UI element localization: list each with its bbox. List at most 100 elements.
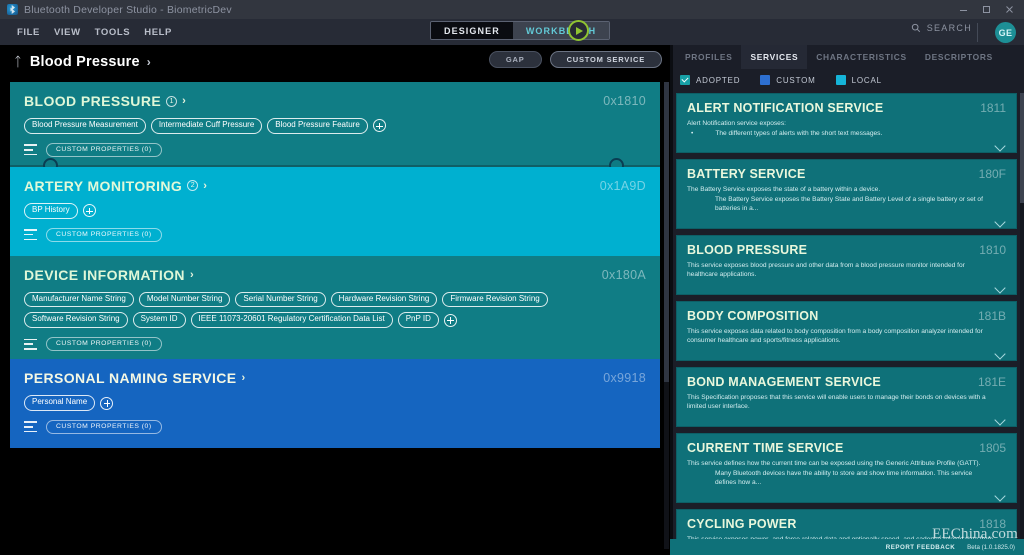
checkbox-custom[interactable] — [760, 75, 770, 85]
desc-line-2: The different types of alerts with the s… — [687, 129, 994, 139]
custom-properties-row[interactable]: CUSTOM PROPERTIES (0) — [24, 143, 646, 157]
add-characteristic-icon[interactable] — [444, 314, 457, 327]
list-item-uuid: 1810 — [979, 243, 1006, 257]
menu-item-file[interactable]: FILE — [10, 24, 47, 41]
custom-properties-row[interactable]: CUSTOM PROPERTIES (0) — [24, 337, 646, 351]
chevron-down-icon[interactable] — [996, 284, 1007, 291]
desc-line-1: This service defines how the current tim… — [687, 460, 980, 467]
minimize-button[interactable] — [952, 0, 974, 19]
characteristic-chip[interactable]: PnP ID — [398, 312, 439, 328]
chevron-down-icon[interactable] — [996, 218, 1007, 225]
checkbox-local[interactable] — [836, 75, 846, 85]
play-button[interactable] — [568, 20, 589, 41]
list-item[interactable]: CURRENT TIME SERVICE 1805 This service d… — [676, 433, 1017, 503]
custom-properties-label[interactable]: CUSTOM PROPERTIES (0) — [46, 420, 162, 434]
service-card-blood-pressure[interactable]: BLOOD PRESSURE 1 › 0x1810 Blood Pressure… — [10, 82, 660, 165]
list-item[interactable]: BOND MANAGEMENT SERVICE 181E This Specif… — [676, 367, 1017, 427]
menu-item-view[interactable]: VIEW — [47, 24, 88, 41]
list-item[interactable]: BATTERY SERVICE 180F The Battery Service… — [676, 159, 1017, 229]
menu-item-help[interactable]: HELP — [137, 24, 179, 41]
characteristic-chip[interactable]: System ID — [133, 312, 186, 328]
chevron-right-icon[interactable]: › — [182, 95, 186, 107]
bluetooth-icon: ᛏ — [14, 55, 22, 68]
list-item-title: CURRENT TIME SERVICE — [687, 441, 1006, 455]
tab-profiles[interactable]: PROFILES — [676, 45, 741, 69]
list-item[interactable]: BODY COMPOSITION 181B This service expos… — [676, 301, 1017, 361]
characteristic-chip[interactable]: Blood Pressure Measurement — [24, 118, 146, 134]
characteristic-chip[interactable]: IEEE 11073-20601 Regulatory Certificatio… — [191, 312, 393, 328]
filter-label: ADOPTED — [696, 76, 740, 85]
menu-item-tools[interactable]: TOOLS — [88, 24, 138, 41]
custom-properties-label[interactable]: CUSTOM PROPERTIES (0) — [46, 337, 162, 351]
tab-services[interactable]: SERVICES — [741, 45, 807, 69]
add-characteristic-icon[interactable] — [373, 119, 386, 132]
service-card-device-information[interactable]: DEVICE INFORMATION › 0x180A Manufacturer… — [10, 256, 660, 360]
chevron-down-icon[interactable] — [996, 416, 1007, 423]
characteristic-chips: Blood Pressure Measurement Intermediate … — [24, 118, 646, 134]
characteristic-chip[interactable]: Intermediate Cuff Pressure — [151, 118, 262, 134]
custom-properties-label[interactable]: CUSTOM PROPERTIES (0) — [46, 228, 162, 242]
search-input[interactable]: SEARCH — [911, 23, 972, 33]
service-uuid: 0x9918 — [603, 371, 646, 385]
characteristic-chip[interactable]: Personal Name — [24, 395, 95, 411]
characteristic-chip[interactable]: Blood Pressure Feature — [267, 118, 368, 134]
list-icon — [24, 144, 37, 155]
service-card-artery-monitoring[interactable]: ARTERY MONITORING 2 › 0x1A9D BP History … — [10, 167, 660, 256]
avatar[interactable]: GE — [995, 22, 1016, 43]
characteristic-chip[interactable]: Serial Number String — [235, 292, 325, 308]
custom-properties-row[interactable]: CUSTOM PROPERTIES (0) — [24, 228, 646, 242]
scrollbar-thumb[interactable] — [664, 82, 669, 382]
filter-adopted[interactable]: ADOPTED — [680, 75, 740, 85]
custom-properties-label[interactable]: CUSTOM PROPERTIES (0) — [46, 143, 162, 157]
gap-button[interactable]: GAP — [489, 51, 542, 68]
tab-characteristics[interactable]: CHARACTERISTICS — [807, 45, 916, 69]
list-item-description: This service exposes data related to bod… — [687, 327, 1006, 346]
tab-descriptors[interactable]: DESCRIPTORS — [916, 45, 1002, 69]
add-characteristic-icon[interactable] — [100, 397, 113, 410]
list-item-description: Alert Notification service exposes: The … — [687, 119, 1006, 138]
scrollbar-thumb[interactable] — [1020, 93, 1024, 203]
chevron-down-icon[interactable] — [996, 350, 1007, 357]
custom-service-button[interactable]: CUSTOM SERVICE — [550, 51, 662, 68]
list-item[interactable]: BLOOD PRESSURE 1810 This service exposes… — [676, 235, 1017, 295]
add-characteristic-icon[interactable] — [83, 204, 96, 217]
mode-workbench-button[interactable]: WORKBENCH — [513, 22, 609, 39]
close-button[interactable] — [998, 0, 1020, 19]
custom-properties-row[interactable]: CUSTOM PROPERTIES (0) — [24, 420, 646, 434]
report-feedback-link[interactable]: REPORT FEEDBACK — [886, 544, 955, 551]
chevron-right-icon[interactable]: › — [190, 269, 194, 281]
service-uuid: 0x1A9D — [600, 179, 646, 193]
service-list: ALERT NOTIFICATION SERVICE 1811 Alert No… — [676, 93, 1017, 539]
designer-scrollbar[interactable] — [664, 82, 669, 549]
toolbar-separator — [977, 23, 978, 42]
side-panel-scrollbar[interactable] — [1020, 93, 1024, 539]
chevron-down-icon[interactable] — [996, 142, 1007, 149]
filter-label: LOCAL — [852, 76, 882, 85]
service-card-personal-naming-service[interactable]: PERSONAL NAMING SERVICE › 0x9918 Persona… — [10, 359, 660, 448]
maximize-button[interactable] — [975, 0, 997, 19]
characteristic-chips: Manufacturer Name String Model Number St… — [24, 292, 646, 329]
characteristic-chip[interactable]: Firmware Revision String — [442, 292, 547, 308]
characteristic-chip[interactable]: Software Revision String — [24, 312, 128, 328]
characteristic-chip[interactable]: Hardware Revision String — [331, 292, 438, 308]
list-item[interactable]: ALERT NOTIFICATION SERVICE 1811 Alert No… — [676, 93, 1017, 153]
list-icon — [24, 229, 37, 240]
list-item-title: BATTERY SERVICE — [687, 167, 1006, 181]
bluetooth-logo-icon — [7, 4, 18, 15]
filter-custom[interactable]: CUSTOM — [760, 75, 815, 85]
filter-local[interactable]: LOCAL — [836, 75, 882, 85]
mode-designer-button[interactable]: DESIGNER — [431, 22, 513, 39]
chevron-down-icon[interactable] — [996, 492, 1007, 499]
chevron-right-icon[interactable]: › — [203, 180, 207, 192]
characteristic-chip[interactable]: BP History — [24, 203, 78, 219]
list-item-title: BODY COMPOSITION — [687, 309, 1006, 323]
page-title: Blood Pressure — [30, 54, 140, 70]
play-icon — [576, 27, 583, 35]
characteristic-chip[interactable]: Model Number String — [139, 292, 231, 308]
chevron-right-icon[interactable]: › — [242, 372, 246, 384]
characteristic-chips: BP History — [24, 203, 646, 219]
checkbox-adopted[interactable] — [680, 75, 690, 85]
list-icon — [24, 421, 37, 432]
main-area: ᛏ Blood Pressure › GAP CUSTOM SERVICE BL… — [0, 45, 1024, 555]
characteristic-chip[interactable]: Manufacturer Name String — [24, 292, 134, 308]
